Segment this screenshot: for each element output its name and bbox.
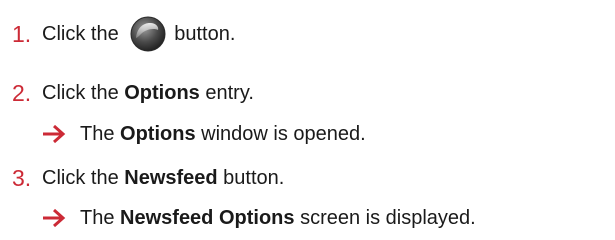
step-text-before: Click the: [42, 167, 125, 189]
arrow-right-icon: [42, 208, 66, 228]
step-number: 3.: [12, 165, 32, 191]
result-text-before: The: [80, 207, 121, 229]
step-1: 1. Click the button.: [12, 16, 235, 52]
step-number: 1.: [12, 21, 32, 47]
step-number: 2.: [12, 80, 32, 106]
step-text-before: Click the: [42, 82, 125, 104]
result-bold-term: Newsfeed Options: [120, 207, 295, 229]
step-text-before: Click the: [42, 23, 125, 45]
result-bold-term: Options: [120, 123, 196, 145]
step-2: 2. Click the Options entry.: [12, 81, 254, 105]
step-3: 3. Click the Newsfeed button.: [12, 166, 284, 190]
step-2-result: The Options window is opened.: [42, 122, 366, 146]
arrow-right-icon: [42, 124, 66, 144]
step-bold-term: Options: [124, 82, 200, 104]
result-text-before: The: [80, 123, 121, 145]
step-bold-term: Newsfeed: [124, 167, 218, 189]
step-3-result: The Newsfeed Options screen is displayed…: [42, 206, 476, 230]
step-text-after: entry.: [199, 82, 254, 104]
step-text-after: button.: [174, 23, 236, 45]
result-text-after: window is opened.: [195, 123, 366, 145]
step-text-after: button.: [217, 167, 285, 189]
result-text-after: screen is displayed.: [294, 207, 476, 229]
app-orb-button-icon: [130, 16, 166, 52]
